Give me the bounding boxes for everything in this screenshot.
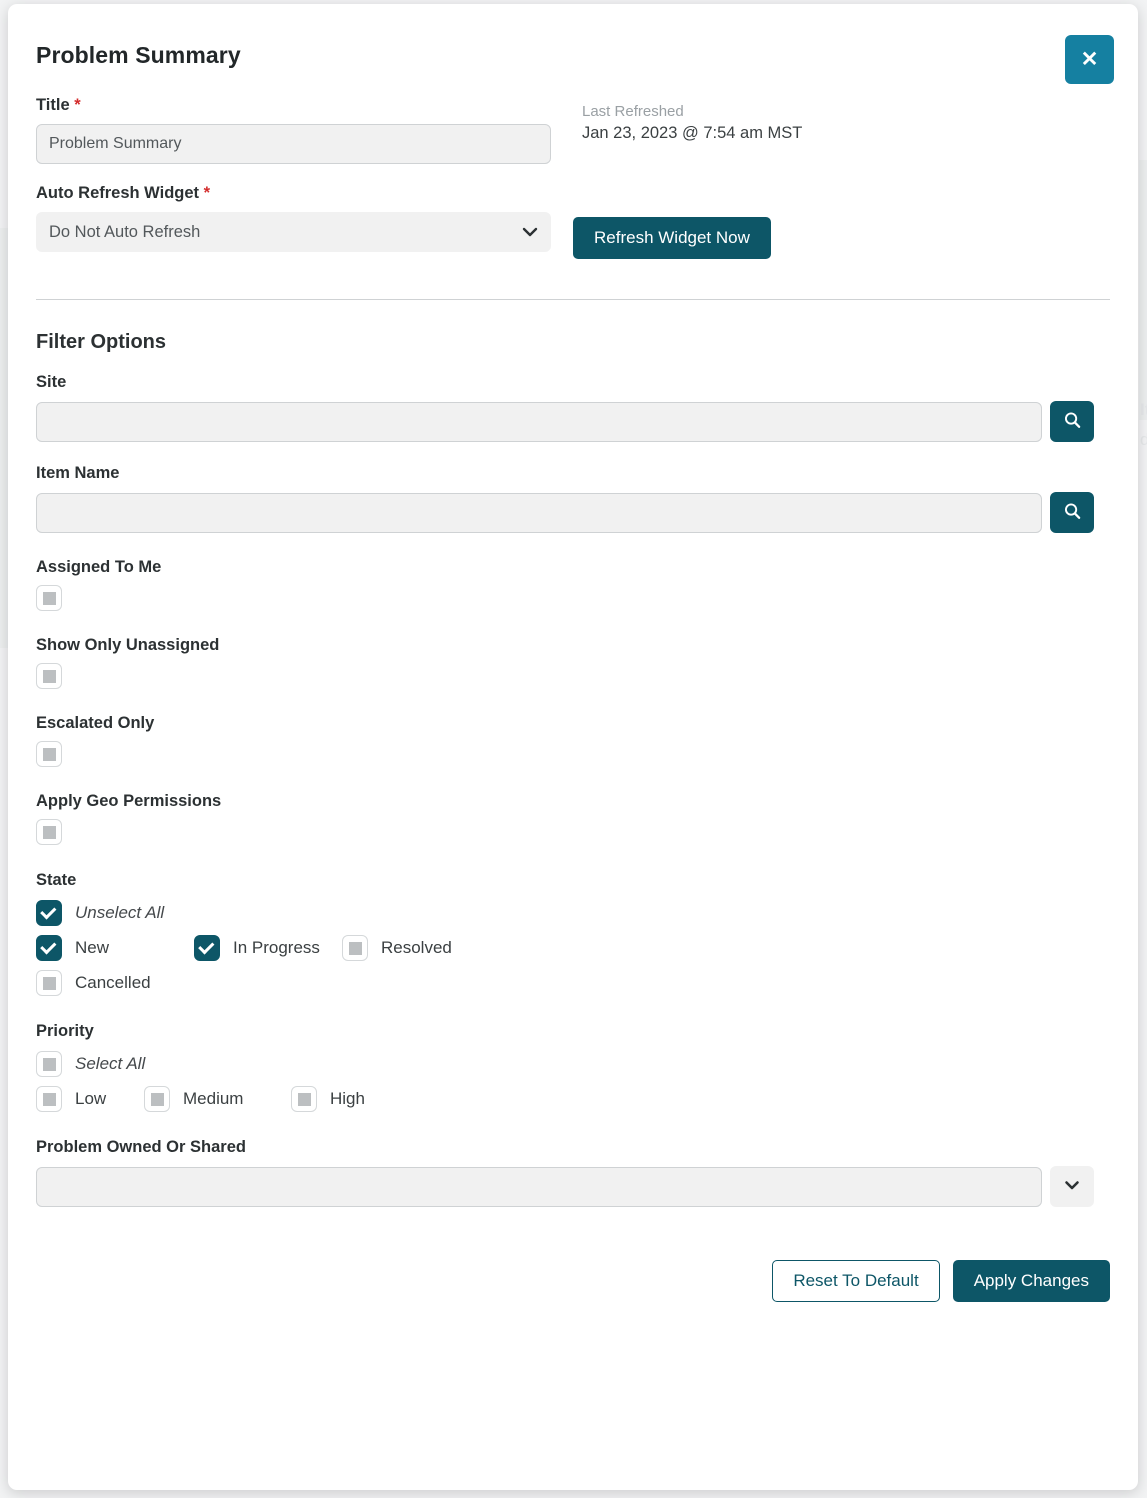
auto-refresh-group: Auto Refresh Widget * Do Not Auto Refres…	[36, 184, 551, 252]
priority-row-1: Low Medium High	[36, 1086, 1110, 1112]
last-refreshed-caption: Last Refreshed	[582, 102, 802, 122]
problem-summary-modal: Problem Summary ✕ Title * Last Refreshed…	[8, 4, 1138, 1490]
state-item-new[interactable]: New	[36, 935, 194, 961]
site-search-row	[36, 401, 1110, 442]
priority-low-label: Low	[75, 1089, 106, 1109]
escalated-only-checkbox[interactable]	[36, 741, 62, 767]
title-input[interactable]	[36, 124, 551, 164]
owned-or-shared-dropdown-button[interactable]	[1050, 1166, 1094, 1207]
title-row: Title * Last Refreshed Jan 23, 2023 @ 7:…	[36, 96, 1110, 164]
priority-medium-checkbox[interactable]	[144, 1086, 170, 1112]
owned-or-shared-row	[36, 1166, 1110, 1207]
priority-high-label: High	[330, 1089, 365, 1109]
state-item-cancelled[interactable]: Cancelled	[36, 970, 194, 996]
priority-select-all-label: Select All	[75, 1054, 145, 1074]
state-cancelled-label: Cancelled	[75, 973, 151, 993]
priority-group-title: Priority	[36, 1022, 1110, 1041]
last-refreshed-value: Jan 23, 2023 @ 7:54 am MST	[582, 122, 802, 145]
state-cancelled-checkbox[interactable]	[36, 970, 62, 996]
search-icon	[1063, 411, 1082, 433]
site-label: Site	[36, 373, 1110, 392]
apply-geo-permissions-label: Apply Geo Permissions	[36, 792, 1110, 811]
show-only-unassigned-label: Show Only Unassigned	[36, 636, 1110, 655]
state-select-all-row: Unselect All	[36, 900, 1110, 926]
state-item-resolved[interactable]: Resolved	[342, 935, 452, 961]
search-icon	[1063, 502, 1082, 524]
filter-options-heading: Filter Options	[36, 331, 1110, 354]
section-divider	[36, 299, 1110, 300]
item-name-search-row	[36, 492, 1110, 533]
page-title: Problem Summary	[36, 42, 241, 69]
modal-header: Problem Summary ✕	[8, 4, 1138, 96]
last-refreshed-block: Last Refreshed Jan 23, 2023 @ 7:54 am MS…	[582, 96, 802, 145]
state-row-1: New In Progress Resolved	[36, 935, 1110, 961]
auto-refresh-label: Auto Refresh Widget *	[36, 184, 551, 203]
footer-actions: Reset To Default Apply Changes	[36, 1260, 1110, 1320]
apply-changes-button[interactable]: Apply Changes	[953, 1260, 1110, 1302]
priority-select-all-checkbox[interactable]	[36, 1051, 62, 1077]
priority-select-all-item[interactable]: Select All	[36, 1051, 145, 1077]
auto-refresh-select-wrap: Do Not Auto Refresh	[36, 212, 551, 252]
show-only-unassigned-checkbox[interactable]	[36, 663, 62, 689]
priority-high-checkbox[interactable]	[291, 1086, 317, 1112]
reset-to-default-button[interactable]: Reset To Default	[772, 1260, 939, 1302]
close-icon[interactable]: ✕	[1065, 35, 1114, 84]
auto-refresh-row: Auto Refresh Widget * Do Not Auto Refres…	[36, 184, 1110, 259]
title-field-group: Title *	[36, 96, 551, 164]
state-unselect-all-label: Unselect All	[75, 903, 164, 923]
site-input[interactable]	[36, 402, 1042, 442]
state-new-label: New	[75, 938, 109, 958]
item-name-search-button[interactable]	[1050, 492, 1094, 533]
state-new-checkbox[interactable]	[36, 935, 62, 961]
priority-item-low[interactable]: Low	[36, 1086, 144, 1112]
required-marker: *	[204, 184, 210, 202]
state-row-2: Cancelled	[36, 970, 1110, 996]
refresh-widget-now-button[interactable]: Refresh Widget Now	[573, 217, 771, 259]
item-name-field-group: Item Name	[36, 464, 1110, 533]
auto-refresh-select[interactable]: Do Not Auto Refresh	[36, 212, 551, 252]
item-name-label: Item Name	[36, 464, 1110, 483]
modal-body: Title * Last Refreshed Jan 23, 2023 @ 7:…	[8, 96, 1138, 1320]
site-field-group: Site	[36, 373, 1110, 442]
state-in-progress-label: In Progress	[233, 938, 320, 958]
state-unselect-all-checkbox[interactable]	[36, 900, 62, 926]
state-resolved-checkbox[interactable]	[342, 935, 368, 961]
item-name-input[interactable]	[36, 493, 1042, 533]
state-resolved-label: Resolved	[381, 938, 452, 958]
owned-or-shared-group: Problem Owned Or Shared	[36, 1138, 1110, 1207]
state-in-progress-checkbox[interactable]	[194, 935, 220, 961]
assigned-to-me-label: Assigned To Me	[36, 558, 1110, 577]
state-group-title: State	[36, 871, 1110, 890]
owned-or-shared-label: Problem Owned Or Shared	[36, 1138, 1110, 1157]
chevron-down-icon	[1064, 1178, 1080, 1195]
state-unselect-all-item[interactable]: Unselect All	[36, 900, 164, 926]
owned-or-shared-input[interactable]	[36, 1167, 1042, 1207]
refresh-button-wrap: Refresh Widget Now	[573, 184, 771, 259]
apply-geo-permissions-checkbox[interactable]	[36, 819, 62, 845]
escalated-only-label: Escalated Only	[36, 714, 1110, 733]
priority-low-checkbox[interactable]	[36, 1086, 62, 1112]
priority-item-medium[interactable]: Medium	[144, 1086, 291, 1112]
priority-item-high[interactable]: High	[291, 1086, 365, 1112]
priority-medium-label: Medium	[183, 1089, 243, 1109]
required-marker: *	[74, 96, 80, 114]
title-label: Title *	[36, 96, 551, 115]
priority-select-all-row: Select All	[36, 1051, 1110, 1077]
state-item-in-progress[interactable]: In Progress	[194, 935, 342, 961]
assigned-to-me-checkbox[interactable]	[36, 585, 62, 611]
site-search-button[interactable]	[1050, 401, 1094, 442]
